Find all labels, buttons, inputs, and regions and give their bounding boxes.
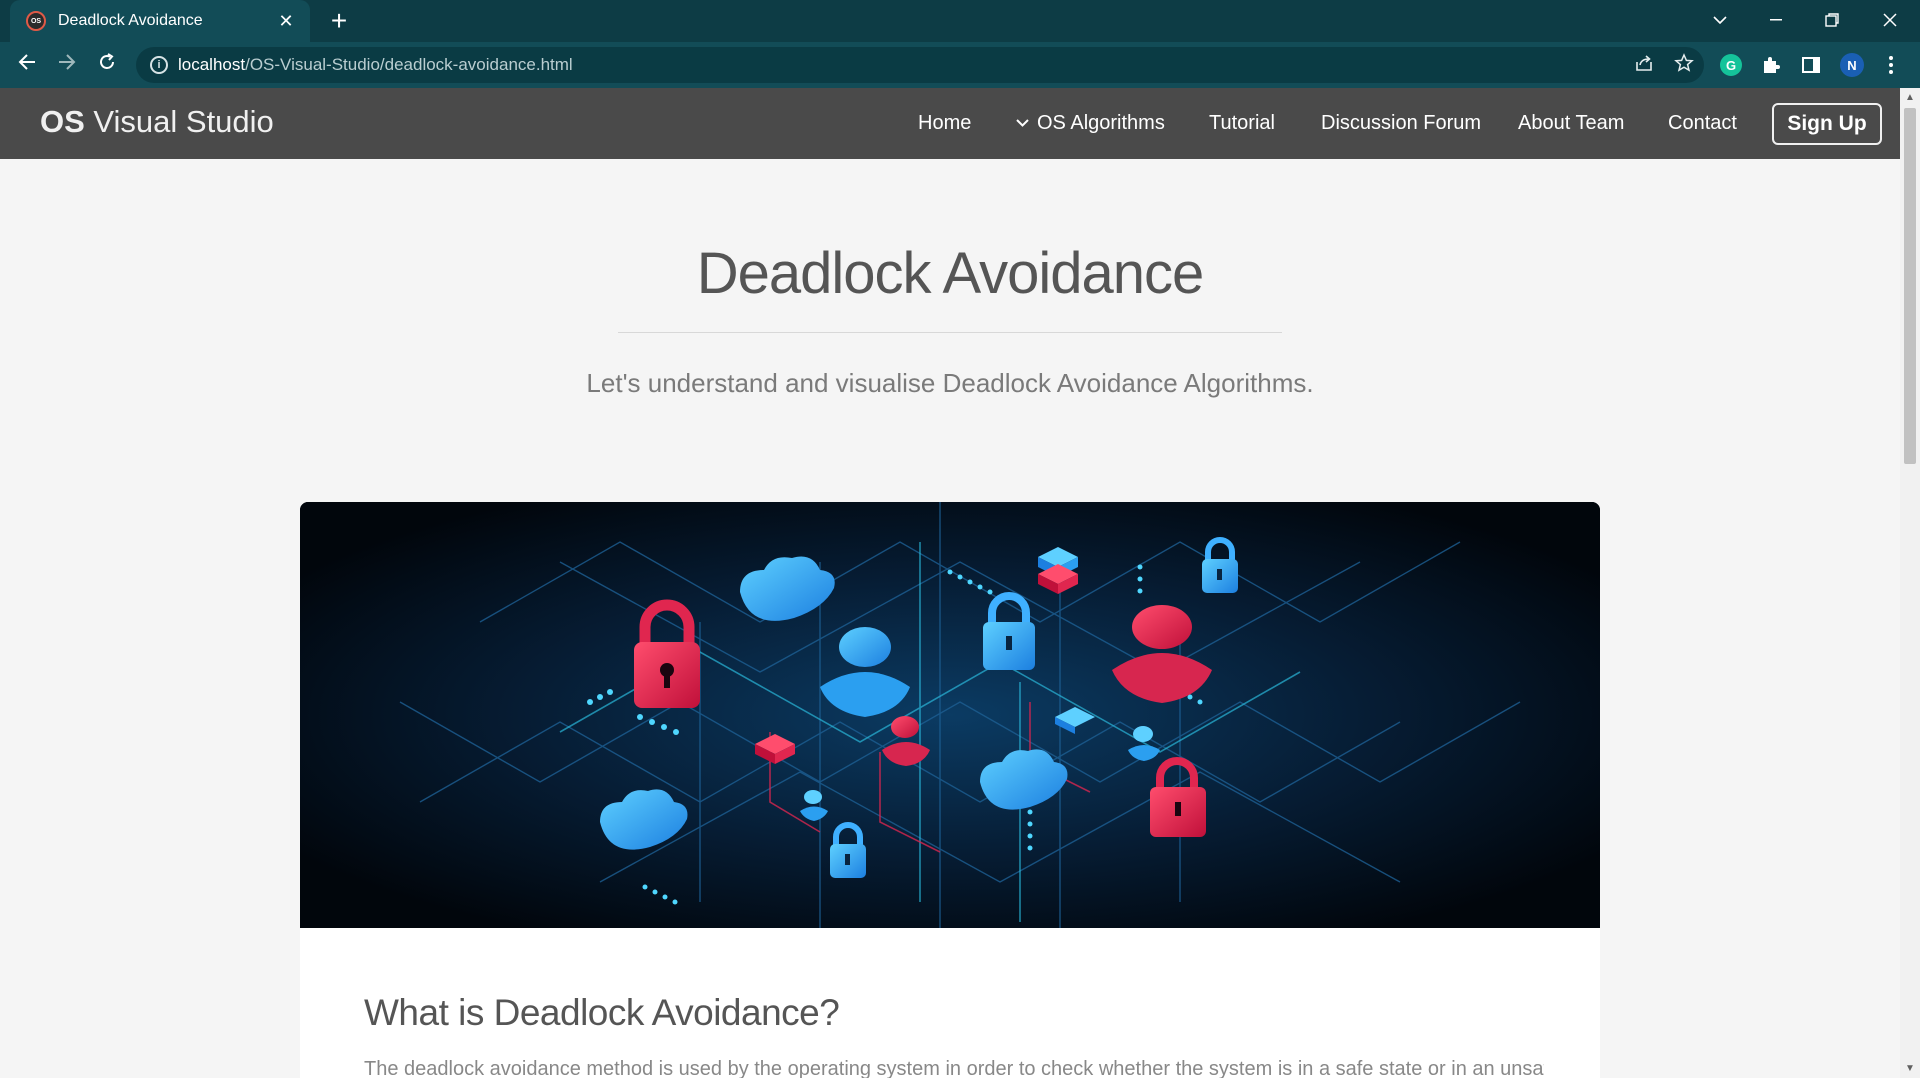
site-brand-logo[interactable]: OS Visual Studio bbox=[40, 104, 274, 140]
url-text: localhost/OS-Visual-Studio/deadlock-avoi… bbox=[178, 55, 573, 74]
cybersecurity-banner-image bbox=[300, 502, 1600, 928]
minimize-icon[interactable] bbox=[1754, 0, 1798, 40]
reload-icon[interactable] bbox=[92, 50, 122, 80]
section-paragraph: The deadlock avoidance method is used by… bbox=[364, 1058, 1544, 1078]
profile-avatar[interactable]: N bbox=[1840, 53, 1864, 77]
extensions-puzzle-icon[interactable] bbox=[1760, 54, 1782, 76]
section-heading: What is Deadlock Avoidance? bbox=[364, 992, 840, 1033]
bookmark-star-icon[interactable] bbox=[1672, 53, 1696, 77]
restore-icon[interactable] bbox=[1810, 0, 1854, 40]
nav-about-team[interactable]: About Team bbox=[1518, 112, 1624, 135]
nav-os-algorithms-dropdown[interactable]: OS Algorithms bbox=[1016, 112, 1165, 135]
browser-tab-strip: OS Deadlock Avoidance ✕ + bbox=[0, 0, 1920, 42]
scrollbar-thumb[interactable] bbox=[1904, 108, 1916, 464]
tab-search-chevron-icon[interactable] bbox=[1698, 0, 1742, 40]
scroll-down-arrow-icon[interactable]: ▼ bbox=[1905, 1063, 1915, 1074]
site-favicon-icon: OS bbox=[26, 11, 46, 31]
content-card: What is Deadlock Avoidance? The deadlock… bbox=[300, 502, 1600, 1078]
nav-discussion-forum[interactable]: Discussion Forum bbox=[1321, 112, 1481, 135]
nav-home[interactable]: Home bbox=[918, 112, 971, 135]
title-divider bbox=[618, 332, 1282, 333]
site-navbar: OS Visual Studio Home OS Algorithms Tuto… bbox=[0, 88, 1900, 159]
nav-contact[interactable]: Contact bbox=[1668, 112, 1737, 135]
browser-menu-icon[interactable] bbox=[1880, 54, 1902, 76]
nav-tutorial[interactable]: Tutorial bbox=[1209, 112, 1275, 135]
browser-tab-active[interactable]: OS Deadlock Avoidance ✕ bbox=[10, 0, 310, 42]
new-tab-icon[interactable]: + bbox=[324, 6, 354, 36]
chevron-down-icon bbox=[1016, 114, 1029, 130]
back-arrow-icon[interactable] bbox=[12, 50, 42, 80]
address-bar[interactable]: i localhost/OS-Visual-Studio/deadlock-av… bbox=[136, 47, 1704, 83]
share-icon[interactable] bbox=[1632, 53, 1656, 77]
sign-up-button[interactable]: Sign Up bbox=[1772, 103, 1882, 145]
page-subtitle: Let's understand and visualise Deadlock … bbox=[586, 368, 1314, 398]
scroll-up-arrow-icon[interactable]: ▲ bbox=[1905, 92, 1915, 103]
side-panel-icon[interactable] bbox=[1800, 54, 1822, 76]
browser-toolbar: i localhost/OS-Visual-Studio/deadlock-av… bbox=[0, 42, 1920, 88]
site-info-icon[interactable]: i bbox=[150, 56, 168, 74]
forward-arrow-icon[interactable] bbox=[52, 50, 82, 80]
page-title: Deadlock Avoidance bbox=[696, 241, 1205, 306]
tab-title: Deadlock Avoidance bbox=[58, 12, 203, 29]
tab-close-icon[interactable]: ✕ bbox=[276, 11, 296, 32]
grammarly-extension-icon[interactable]: G bbox=[1720, 54, 1742, 76]
page-scrollbar[interactable]: ▲ ▼ bbox=[1900, 88, 1920, 1078]
close-window-icon[interactable] bbox=[1868, 0, 1912, 40]
